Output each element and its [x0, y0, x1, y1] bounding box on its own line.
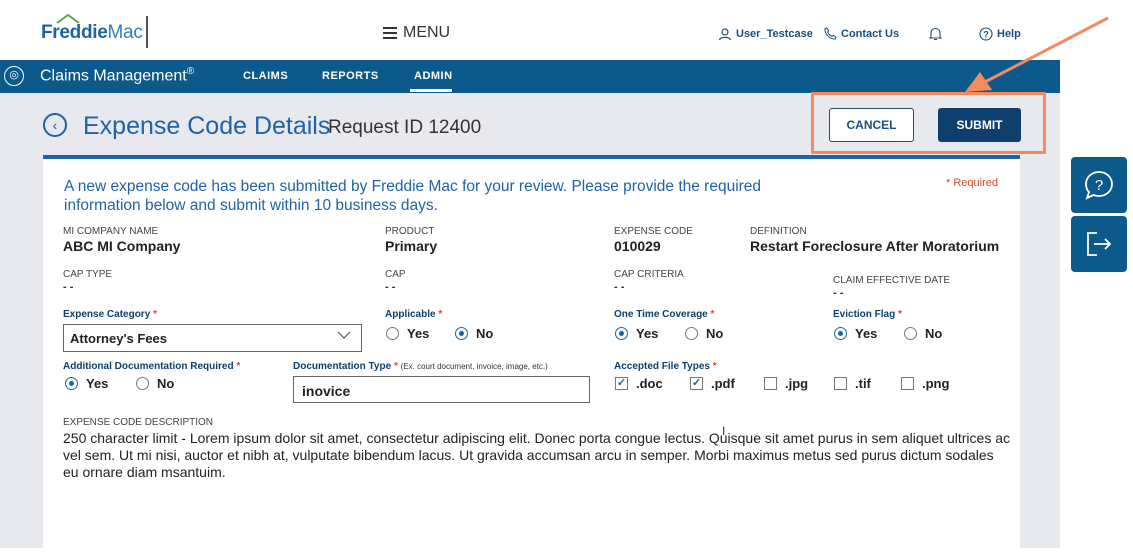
annotation-arrow-icon	[965, 16, 1109, 92]
